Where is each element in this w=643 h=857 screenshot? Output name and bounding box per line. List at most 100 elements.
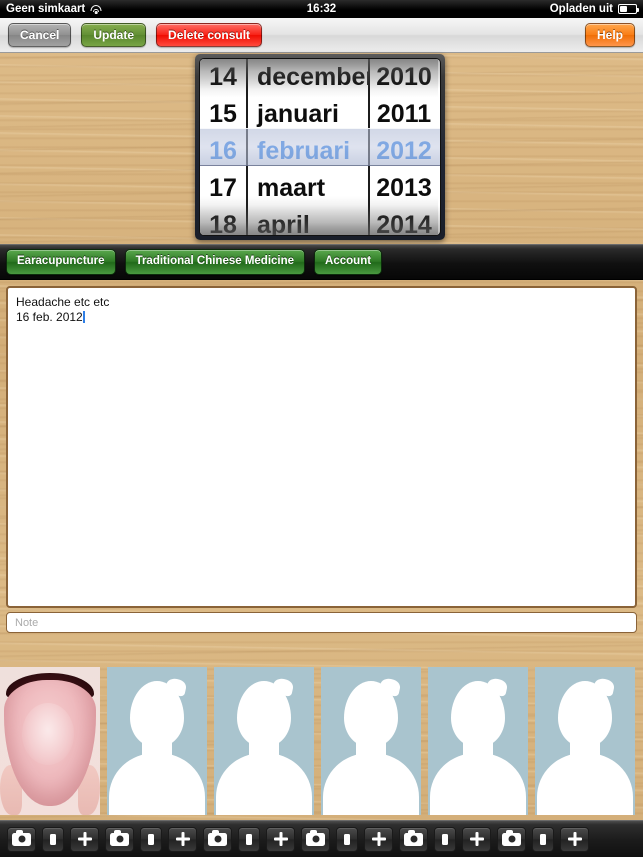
photo-library-icon — [442, 833, 448, 845]
photo-button-group — [4, 826, 102, 852]
notes-line-text: 16 feb. 2012 — [16, 310, 83, 324]
camera-icon — [208, 829, 227, 846]
camera-icon — [12, 829, 31, 846]
year-option[interactable]: 2010 — [370, 59, 438, 96]
add-photo-button[interactable] — [266, 826, 295, 852]
tab-earacupuncture[interactable]: Earacupuncture — [6, 249, 116, 275]
battery-label: Opladen uit — [549, 3, 613, 15]
photo-library-icon — [540, 833, 546, 845]
month-option[interactable]: maart — [248, 170, 368, 207]
note-placeholder: Note — [15, 616, 39, 629]
thumbnail-person-placeholder[interactable] — [535, 667, 635, 815]
day-wheel[interactable]: 14 15 16 17 18 — [200, 59, 246, 235]
photo-button-group — [298, 826, 396, 852]
photo-library-icon — [344, 833, 350, 845]
year-option[interactable]: 2011 — [370, 96, 438, 133]
thumbnail-person-placeholder[interactable] — [428, 667, 528, 815]
photo-library-icon — [50, 833, 56, 845]
camera-button[interactable] — [203, 826, 232, 852]
person-silhouette-icon — [130, 681, 184, 747]
year-option[interactable]: 2014 — [370, 207, 438, 235]
month-option[interactable]: januari — [248, 96, 368, 133]
note-input[interactable]: Note — [6, 612, 637, 633]
photo-library-button[interactable] — [238, 826, 260, 852]
person-silhouette-icon — [344, 681, 398, 747]
delete-consult-button[interactable]: Delete consult — [156, 23, 263, 47]
date-picker[interactable]: 14 15 16 17 18 december januari februari… — [195, 54, 445, 240]
help-button[interactable]: Help — [584, 23, 635, 47]
day-option[interactable]: 17 — [200, 170, 246, 207]
add-photo-button[interactable] — [168, 826, 197, 852]
month-option[interactable]: december — [248, 59, 368, 96]
add-photo-button[interactable] — [560, 826, 589, 852]
notes-line: Headache etc etc — [16, 295, 110, 309]
camera-button[interactable] — [497, 826, 526, 852]
plus-icon — [274, 832, 288, 846]
camera-button[interactable] — [301, 826, 330, 852]
update-button[interactable]: Update — [81, 23, 147, 47]
person-silhouette-icon — [451, 681, 505, 747]
person-body — [109, 753, 205, 815]
day-option-selected[interactable]: 16 — [200, 133, 246, 170]
photo-library-button[interactable] — [140, 826, 162, 852]
section-tab-bar: Earacupuncture Traditional Chinese Medic… — [0, 244, 643, 280]
photo-button-group — [102, 826, 200, 852]
plus-icon — [372, 832, 386, 846]
person-silhouette-icon — [237, 681, 291, 747]
photo-library-button[interactable] — [336, 826, 358, 852]
person-silhouette-icon — [558, 681, 612, 747]
plus-icon — [470, 832, 484, 846]
status-bar-left: Geen simkaart — [0, 3, 212, 15]
camera-button[interactable] — [105, 826, 134, 852]
carrier-label: Geen simkaart — [6, 3, 86, 15]
thumbnail-person-placeholder[interactable] — [214, 667, 314, 815]
plus-icon — [568, 832, 582, 846]
notes-line-with-caret: 16 feb. 2012 — [16, 310, 627, 325]
person-body — [537, 753, 633, 815]
person-body — [216, 753, 312, 815]
photo-library-button[interactable] — [42, 826, 64, 852]
camera-icon — [306, 829, 325, 846]
cancel-button[interactable]: Cancel — [8, 23, 72, 47]
camera-button[interactable] — [399, 826, 428, 852]
consult-notes-textarea[interactable]: Headache etc etc 16 feb. 2012 — [6, 286, 637, 608]
camera-button[interactable] — [7, 826, 36, 852]
navigation-bar: Cancel Update Delete consult Help — [0, 18, 643, 53]
person-body — [323, 753, 419, 815]
thumbnail-person-placeholder[interactable] — [107, 667, 207, 815]
photo-thumbnail-strip — [0, 667, 643, 815]
tongue-sheen — [22, 702, 74, 765]
day-option[interactable]: 18 — [200, 207, 246, 235]
day-option[interactable]: 14 — [200, 59, 246, 96]
tab-account[interactable]: Account — [314, 249, 383, 275]
month-option[interactable]: april — [248, 207, 368, 235]
day-option[interactable]: 15 — [200, 96, 246, 133]
thumbnail-tongue-photo[interactable] — [0, 667, 100, 815]
add-photo-button[interactable] — [462, 826, 491, 852]
status-bar: Geen simkaart 16:32 Opladen uit — [0, 0, 643, 18]
month-option-selected[interactable]: februari — [248, 133, 368, 170]
photo-button-group — [200, 826, 298, 852]
bottom-toolbar — [0, 820, 643, 857]
year-wheel[interactable]: 2010 2011 2012 2013 2014 — [368, 59, 438, 235]
thumbnail-person-placeholder[interactable] — [321, 667, 421, 815]
year-option-selected[interactable]: 2012 — [370, 133, 438, 170]
camera-icon — [502, 829, 521, 846]
year-option[interactable]: 2013 — [370, 170, 438, 207]
date-picker-wheels[interactable]: 14 15 16 17 18 december januari februari… — [200, 59, 440, 235]
photo-library-button[interactable] — [532, 826, 554, 852]
plus-icon — [78, 832, 92, 846]
photo-library-icon — [148, 833, 154, 845]
camera-icon — [110, 829, 129, 846]
add-photo-button[interactable] — [364, 826, 393, 852]
add-photo-button[interactable] — [70, 826, 99, 852]
month-wheel[interactable]: december januari februari maart april — [246, 59, 368, 235]
person-body — [430, 753, 526, 815]
photo-library-button[interactable] — [434, 826, 456, 852]
plus-icon — [176, 832, 190, 846]
photo-button-group — [494, 826, 592, 852]
status-bar-right: Opladen uit — [431, 3, 643, 15]
camera-icon — [404, 829, 423, 846]
tab-traditional-chinese-medicine[interactable]: Traditional Chinese Medicine — [124, 249, 306, 275]
text-caret — [82, 311, 85, 323]
